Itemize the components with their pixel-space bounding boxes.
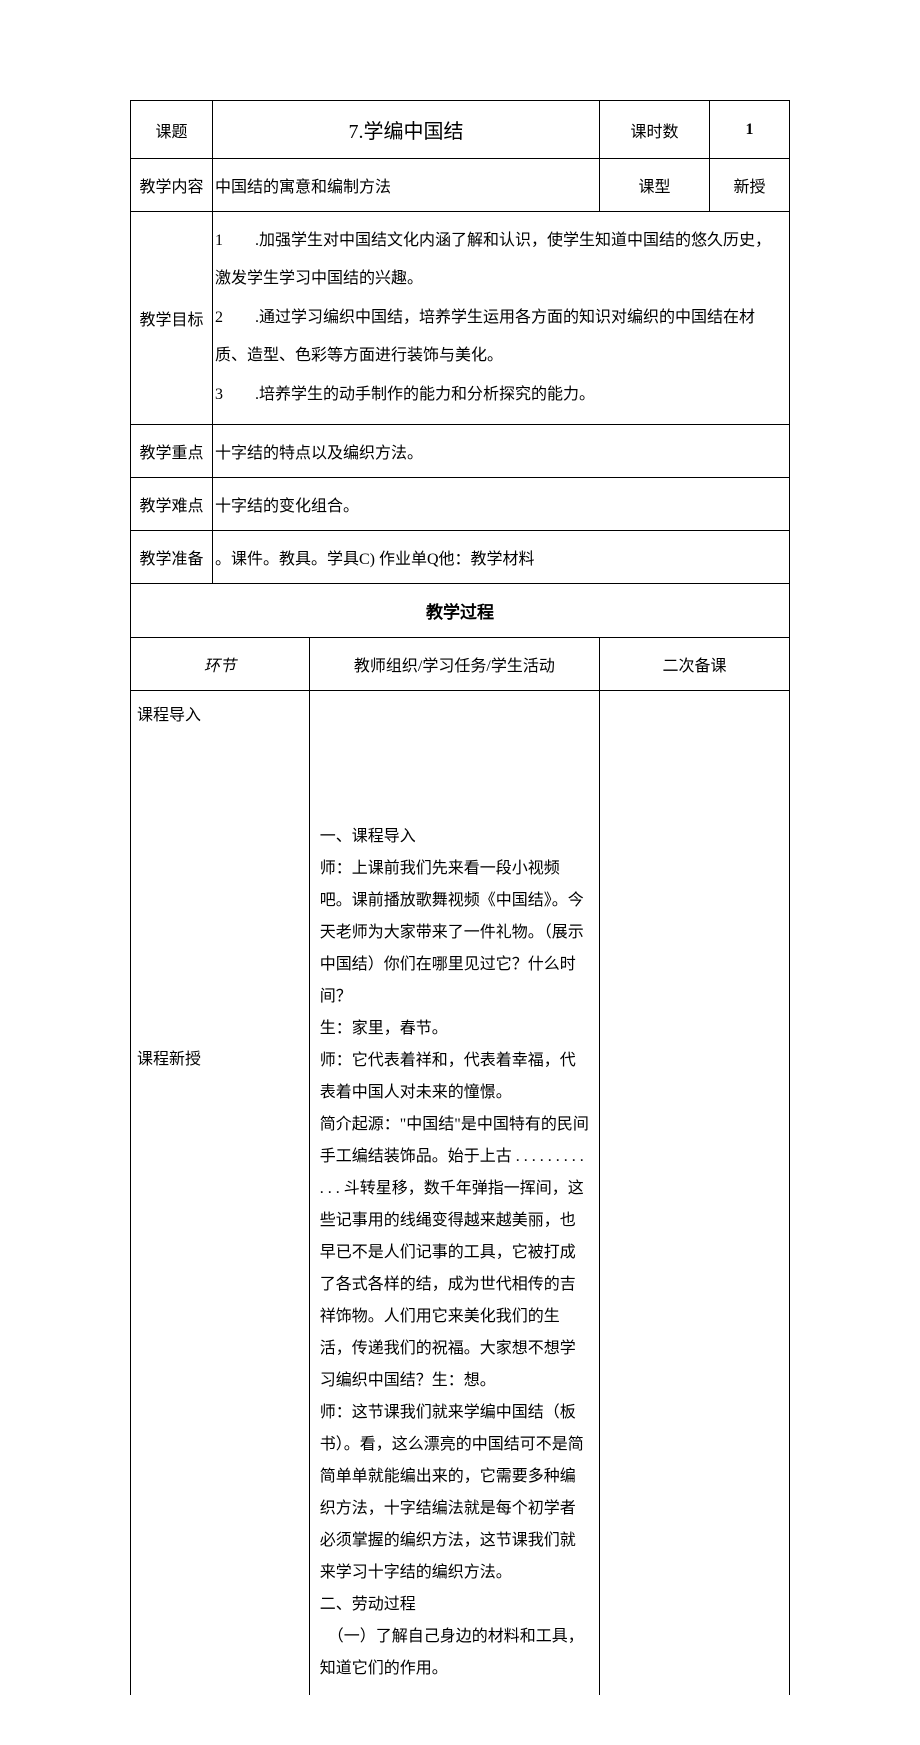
- stage-column: 课程导入 课程新授: [131, 690, 310, 1695]
- hours-value: 1: [710, 101, 790, 159]
- prep-value: 。课件。教具。学具C) 作业单Q他：教学材料: [213, 530, 790, 583]
- content-value: 中国结的寓意和编制方法: [213, 159, 600, 212]
- notes-column: [600, 690, 790, 1695]
- goal-item-2: 2 .通过学习编织中国结，培养学生运用各方面的知识对编织的中国结在材质、造型、色…: [215, 299, 785, 376]
- col-activity-label: 教师组织/学习任务/学生活动: [309, 637, 599, 690]
- type-label: 课型: [600, 159, 710, 212]
- stage-intro: 课程导入: [137, 707, 201, 724]
- content-label: 教学内容: [131, 159, 213, 212]
- process-title: 教学过程: [131, 583, 790, 637]
- keypoint-label: 教学重点: [131, 424, 213, 477]
- difficulty-value: 十字结的变化组合。: [213, 477, 790, 530]
- topic-value: 7.学编中国结: [213, 101, 600, 159]
- goal-item-1: 1 .加强学生对中国结文化内涵了解和认识，使学生知道中国结的悠久历史，激发学生学…: [215, 222, 785, 299]
- goals-content: 1 .加强学生对中国结文化内涵了解和认识，使学生知道中国结的悠久历史，激发学生学…: [213, 212, 790, 425]
- keypoint-value: 十字结的特点以及编织方法。: [213, 424, 790, 477]
- col-stage-label: 环节: [131, 637, 310, 690]
- activity-body: 一、课程导入 师：上课前我们先来看一段小视频吧。课前播放歌舞视频《中国结》。今天…: [309, 690, 599, 1695]
- topic-label: 课题: [131, 101, 213, 159]
- goal-item-3: 3 .培养学生的动手制作的能力和分析探究的能力。: [215, 376, 785, 414]
- stage-new: 课程新授: [137, 1045, 305, 1069]
- type-value: 新授: [710, 159, 790, 212]
- lesson-plan-table: 课题 7.学编中国结 课时数 1 教学内容 中国结的寓意和编制方法 课型 新授 …: [130, 100, 790, 1695]
- difficulty-label: 教学难点: [131, 477, 213, 530]
- prep-label: 教学准备: [131, 530, 213, 583]
- col-notes-label: 二次备课: [600, 637, 790, 690]
- goals-label: 教学目标: [131, 212, 213, 425]
- hours-label: 课时数: [600, 101, 710, 159]
